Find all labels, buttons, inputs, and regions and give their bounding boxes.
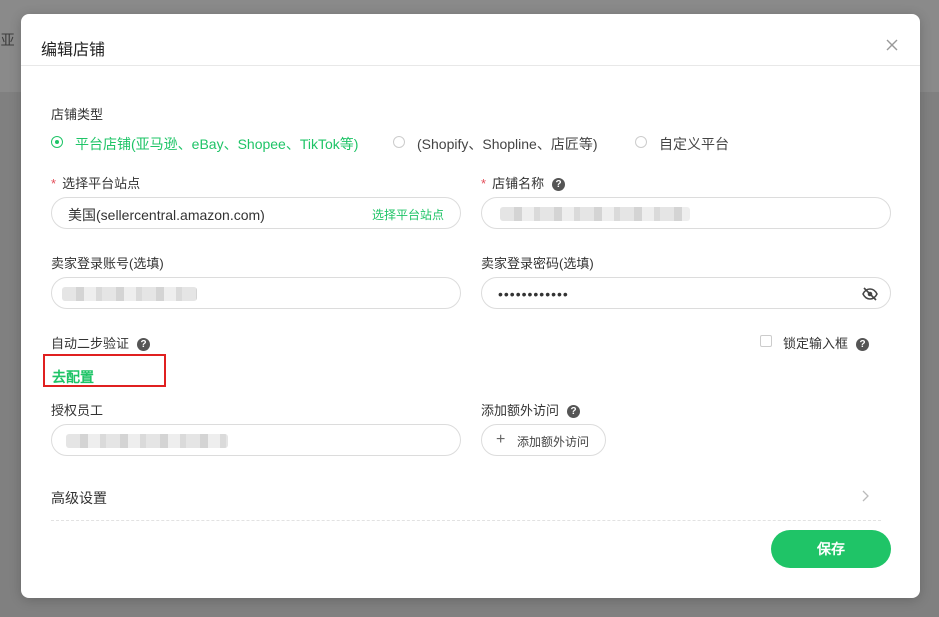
seller-password-label: 卖家登录密码(选填) <box>481 256 594 271</box>
extra-access-label: 添加额外访问? <box>481 400 581 419</box>
store-name-label: * 店铺名称? <box>481 173 566 192</box>
redacted-value <box>62 287 197 301</box>
lock-input-label: 锁定输入框? <box>783 333 870 352</box>
help-icon[interactable]: ? <box>856 338 870 351</box>
authorized-staff-field[interactable] <box>51 424 461 456</box>
configure-link[interactable]: 去配置 <box>52 367 94 387</box>
edit-store-dialog: 编辑店铺 店铺类型 平台店铺(亚马逊、eBay、Shopee、TikTok等) … <box>21 14 920 598</box>
radio-unchecked-icon <box>393 136 405 148</box>
store-name-field[interactable] <box>481 197 891 229</box>
radio-label: 平台店铺(亚马逊、eBay、Shopee、TikTok等) <box>75 136 359 152</box>
dialog-title: 编辑店铺 <box>41 42 106 59</box>
password-value: •••••••••••• <box>498 286 569 302</box>
seller-password-field[interactable]: •••••••••••• <box>481 277 891 309</box>
help-icon[interactable]: ? <box>567 405 581 418</box>
help-icon[interactable]: ? <box>552 178 566 191</box>
seller-account-field[interactable] <box>51 277 461 309</box>
lock-input-checkbox[interactable] <box>760 335 772 347</box>
advanced-settings-label: 高级设置 <box>51 490 107 506</box>
save-button[interactable]: 保存 <box>771 530 891 568</box>
radio-checked-icon <box>51 136 63 148</box>
select-site-link[interactable]: 选择平台站点 <box>372 206 444 223</box>
eye-off-icon[interactable] <box>862 286 878 302</box>
authorized-staff-label: 授权员工 <box>51 403 104 418</box>
store-type-label: 店铺类型 <box>51 107 104 122</box>
redacted-value <box>500 207 690 221</box>
close-icon[interactable] <box>883 36 901 54</box>
background-text: -亚 <box>0 32 15 48</box>
plus-icon: + <box>496 431 506 448</box>
platform-site-label: * 选择平台站点 <box>51 176 141 191</box>
radio-unchecked-icon <box>635 136 647 148</box>
add-extra-access-button[interactable]: + 添加额外访问 <box>481 424 606 456</box>
dialog-header: 编辑店铺 <box>21 14 920 66</box>
platform-site-field[interactable]: 美国(sellercentral.amazon.com) 选择平台站点 <box>51 197 461 229</box>
redacted-value <box>66 434 228 448</box>
chevron-right-icon <box>862 490 869 502</box>
radio-label: (Shopify、Shopline、店匠等) <box>417 136 598 152</box>
radio-label: 自定义平台 <box>659 136 729 152</box>
advanced-settings-row[interactable]: 高级设置 <box>51 484 881 521</box>
platform-site-value: 美国(sellercentral.amazon.com) <box>68 207 265 223</box>
seller-account-label: 卖家登录账号(选填) <box>51 256 164 271</box>
two-step-label: 自动二步验证? <box>51 333 151 352</box>
add-extra-access-text: 添加额外访问 <box>517 435 590 449</box>
help-icon[interactable]: ? <box>137 338 151 351</box>
